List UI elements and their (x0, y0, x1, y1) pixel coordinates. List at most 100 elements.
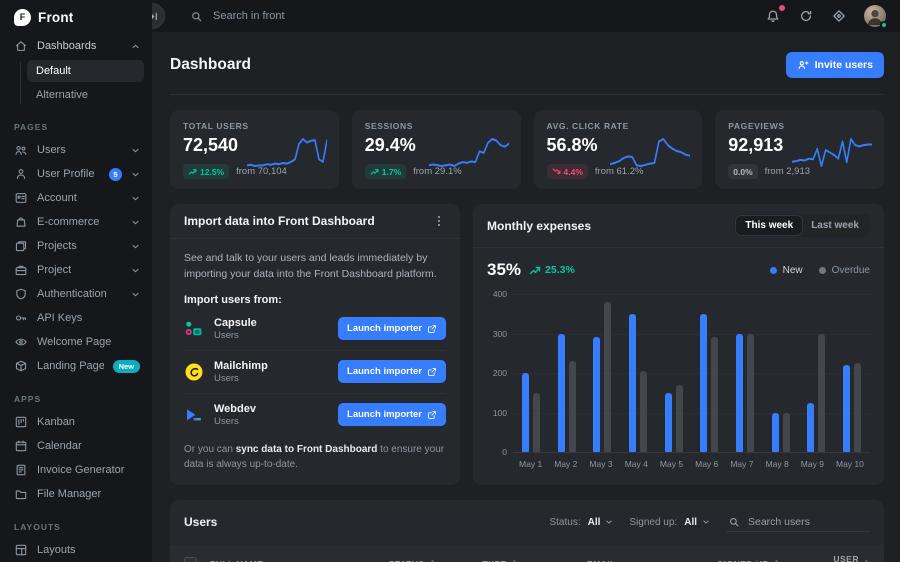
sidebar-item-user-profile[interactable]: User Profile5 (0, 162, 152, 186)
bar-new[interactable] (736, 334, 743, 453)
bar-new[interactable] (629, 314, 636, 452)
import-source-name: Capsule (214, 317, 328, 329)
column-label: Signed up (717, 559, 768, 562)
sidebar-item-kanban[interactable]: Kanban (0, 410, 152, 434)
legend-item-overdue[interactable]: Overdue (819, 265, 870, 276)
notifications-button[interactable] (765, 8, 781, 24)
users-table-card: Users Status: All Signed up: All (170, 500, 884, 562)
shield-icon (14, 287, 28, 301)
bar-new[interactable] (593, 337, 600, 452)
x-tick-label: May 6 (695, 459, 718, 469)
bar-new[interactable] (700, 314, 707, 452)
global-search-input[interactable] (213, 10, 433, 22)
bell-icon (765, 8, 781, 24)
gridline (513, 452, 870, 453)
sidebar-subitem-alternative[interactable]: Alternative (27, 84, 144, 106)
eye-icon (14, 335, 28, 349)
status-filter-select[interactable]: All (588, 517, 614, 528)
bar-overdue[interactable] (569, 361, 576, 452)
sidebar-item-authentication[interactable]: Authentication (0, 282, 152, 306)
folder-icon (14, 487, 28, 501)
brand[interactable]: F Front (0, 0, 152, 34)
column-header-signed-up[interactable]: Signed up (717, 559, 833, 562)
sidebar-section-heading-layouts: Layouts (0, 522, 152, 532)
column-label: User ID (833, 554, 859, 562)
bar-overdue[interactable] (604, 302, 611, 452)
users-search-input[interactable] (748, 516, 868, 528)
column-header-status[interactable]: Status (389, 559, 483, 562)
bar-new[interactable] (843, 365, 850, 452)
sidebar-item-dashboards[interactable]: Dashboards (0, 34, 152, 58)
bar-overdue[interactable] (711, 337, 718, 452)
plot-area (513, 294, 870, 452)
user-avatar[interactable] (864, 5, 886, 27)
sidebar-submenu: DefaultAlternative (0, 60, 152, 106)
bar-overdue[interactable] (818, 334, 825, 453)
bar-new[interactable] (558, 334, 565, 453)
launch-importer-button[interactable]: Launch importer (338, 317, 446, 340)
y-axis: 4003002001000 (487, 294, 513, 452)
bar-overdue[interactable] (676, 385, 683, 452)
apps-button[interactable] (831, 8, 847, 24)
legend-item-new[interactable]: New (770, 265, 803, 276)
global-search[interactable] (190, 10, 765, 23)
column-header-user-id[interactable]: User ID (833, 554, 870, 562)
sidebar-item-calendar[interactable]: Calendar (0, 434, 152, 458)
sidebar-item-landing-page[interactable]: Landing PageNew (0, 354, 152, 378)
sidebar-item-project[interactable]: Project (0, 258, 152, 282)
bar-overdue[interactable] (533, 393, 540, 452)
sidebar-section-heading-apps: Apps (0, 394, 152, 404)
chevron-down-icon (131, 242, 140, 251)
diamond-apps-icon (831, 8, 847, 24)
sidebar-item-invoice-generator[interactable]: Invoice Generator (0, 458, 152, 482)
sidebar-item-api-keys[interactable]: API Keys (0, 306, 152, 330)
calendar-icon (14, 439, 28, 453)
sidebar-item-layouts[interactable]: Layouts (0, 538, 152, 562)
toggle-this-week[interactable]: This week (736, 216, 802, 235)
bar-overdue[interactable] (854, 363, 861, 452)
sidebar-item-label: Calendar (37, 440, 140, 452)
sidebar-item-projects[interactable]: Projects (0, 234, 152, 258)
bar-overdue[interactable] (640, 371, 647, 452)
invite-users-button[interactable]: Invite users (786, 52, 884, 78)
key-icon (14, 311, 28, 325)
column-label: Status (389, 559, 425, 562)
import-row-capsule: CapsuleUsers Launch importer (184, 308, 446, 351)
launch-importer-button[interactable]: Launch importer (338, 360, 446, 383)
activity-button[interactable] (798, 8, 814, 24)
import-subheading: Import users from: (184, 294, 446, 306)
bar-overdue[interactable] (747, 334, 754, 453)
sidebar-item-e-commerce[interactable]: E-commerce (0, 210, 152, 234)
bar-new[interactable] (772, 413, 779, 453)
legend-dot (819, 267, 826, 274)
bar-new[interactable] (665, 393, 672, 452)
bar-overdue[interactable] (783, 413, 790, 453)
select-all-checkbox[interactable] (184, 557, 197, 562)
import-card-title: Import data into Front Dashboard (184, 214, 375, 228)
card-menu-button[interactable] (432, 214, 446, 228)
stat-card-avg-click-rate: Avg. click rate56.8% 4.4%from 61.2% (534, 110, 703, 189)
import-source-name: Webdev (214, 403, 328, 415)
briefcase-icon (14, 263, 28, 277)
sidebar-item-file-manager[interactable]: File Manager (0, 482, 152, 506)
toggle-last-week[interactable]: Last week (802, 216, 868, 235)
column-header-type[interactable]: Type (483, 559, 587, 562)
delta-badge: 0.0% (728, 164, 757, 179)
import-row-text: CapsuleUsers (214, 317, 328, 341)
stat-label: Pageviews (728, 121, 871, 131)
users-card-title: Users (184, 515, 217, 529)
import-row-text: WebdevUsers (214, 403, 328, 427)
users-search[interactable] (726, 513, 870, 532)
sidebar-item-users[interactable]: Users (0, 138, 152, 162)
chevron-down-icon (702, 518, 710, 526)
bar-new[interactable] (522, 373, 529, 452)
sidebar-item-account[interactable]: Account (0, 186, 152, 210)
launch-importer-button[interactable]: Launch importer (338, 403, 446, 426)
stat-card-total-users: Total users72,540 12.5%from 70,104 (170, 110, 339, 189)
sidebar-item-label: API Keys (37, 312, 140, 324)
bar-new[interactable] (807, 403, 814, 452)
sidebar-item-welcome-page[interactable]: Welcome Page (0, 330, 152, 354)
signedup-filter-select[interactable]: All (684, 517, 710, 528)
stat-card-pageviews: Pageviews92,913 0.0%from 2,913 (715, 110, 884, 189)
sidebar-subitem-default[interactable]: Default (27, 60, 144, 82)
